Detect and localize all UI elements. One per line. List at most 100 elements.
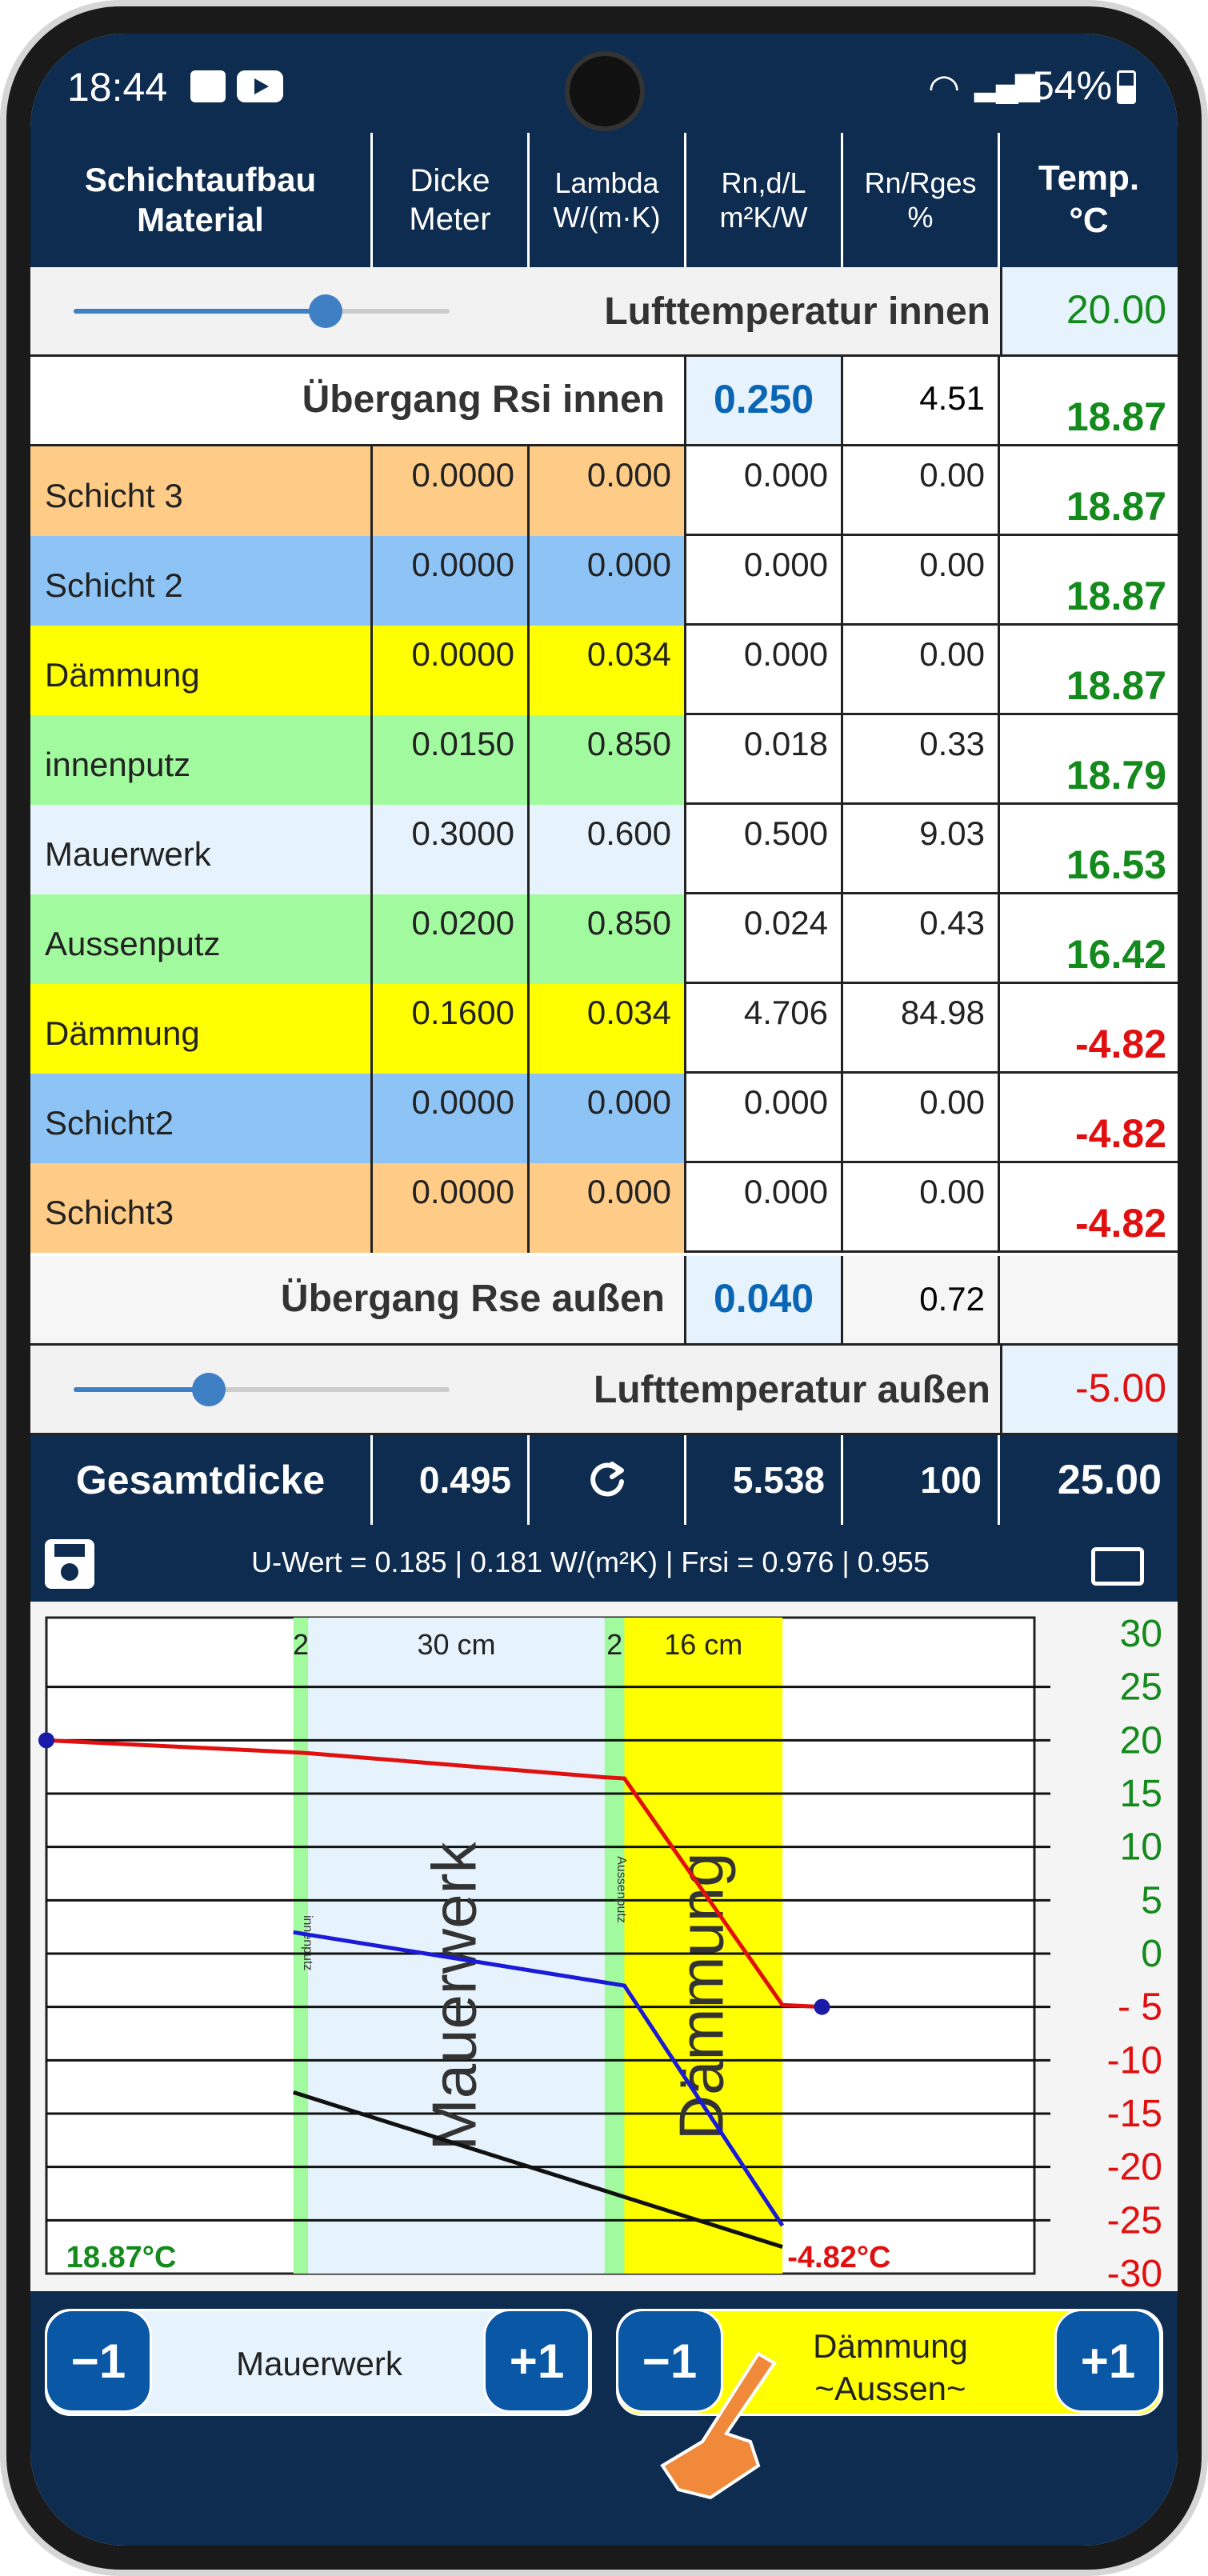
inner-air-temp[interactable]: 20.00 bbox=[1000, 267, 1178, 354]
right-plus-button[interactable]: +1 bbox=[1054, 2309, 1162, 2413]
totals-delta-temp: 25.00 bbox=[1057, 1457, 1162, 1503]
layer-lambda[interactable]: 0.034 bbox=[530, 626, 686, 715]
y-tick-label: 25 bbox=[1120, 1666, 1162, 1709]
inner-air-label: Lufttemperatur innen bbox=[604, 290, 990, 333]
y-tick-label: 30 bbox=[1120, 1613, 1162, 1655]
outer-air-temp[interactable]: -5.00 bbox=[1000, 1346, 1178, 1433]
aussenputz-zone bbox=[604, 1618, 625, 2274]
layer-percent: 0.00 bbox=[843, 1074, 1000, 1163]
inner-temp-slider-fill bbox=[74, 309, 326, 314]
layer-thickness[interactable]: 0.0200 bbox=[373, 894, 530, 984]
screen: 18:44 ◠ ▂▄▆ 54% Schichtaufbau Material Di… bbox=[30, 34, 1178, 2546]
layer-percent: 84.98 bbox=[843, 984, 1000, 1074]
layer-temp: -4.82 bbox=[1075, 1201, 1166, 1246]
layer-thickness[interactable]: 0.3000 bbox=[373, 805, 530, 894]
refresh-icon[interactable] bbox=[530, 1435, 686, 1525]
layer-row[interactable]: Dämmung 0.0000 0.034 0.000 0.00 18.87 bbox=[30, 626, 1178, 715]
inner-temp-slider-thumb[interactable] bbox=[308, 294, 342, 328]
totals-label: Gesamtdicke bbox=[30, 1435, 373, 1525]
save-icon[interactable] bbox=[45, 1539, 94, 1589]
layer-name[interactable]: Mauerwerk bbox=[30, 805, 373, 894]
layer-row[interactable]: Dämmung 0.1600 0.034 4.706 84.98 -4.82 bbox=[30, 984, 1178, 1074]
layer-percent: 0.00 bbox=[843, 1163, 1000, 1253]
y-tick-label: - 5 bbox=[1118, 1986, 1162, 2029]
layer-lambda[interactable]: 0.000 bbox=[530, 446, 686, 536]
layer-thickness[interactable]: 0.0000 bbox=[373, 626, 530, 715]
rsi-temp: 18.87 bbox=[1066, 394, 1166, 439]
layer-temp: 16.53 bbox=[1066, 842, 1166, 887]
layer-percent: 0.00 bbox=[843, 626, 1000, 715]
layer-thickness[interactable]: 0.1600 bbox=[373, 984, 530, 1074]
layer-name[interactable]: Dämmung bbox=[30, 626, 373, 715]
layer-resistance: 0.000 bbox=[686, 536, 843, 626]
layer-row[interactable]: innenputz 0.0150 0.850 0.018 0.33 18.79 bbox=[30, 715, 1178, 805]
layer-row[interactable]: Mauerwerk 0.3000 0.600 0.500 9.03 16.53 bbox=[30, 805, 1178, 894]
layer-name[interactable]: Schicht 2 bbox=[30, 536, 373, 626]
layer-name[interactable]: Dämmung bbox=[30, 984, 373, 1074]
layer-thickness[interactable]: 0.0000 bbox=[373, 446, 530, 536]
y-tick-label: -30 bbox=[1107, 2253, 1162, 2291]
rsi-row: Übergang Rsi innen 0.250 4.51 18.87 bbox=[30, 357, 1178, 446]
layer-temp: -4.82 bbox=[1075, 1022, 1166, 1066]
layer-percent: 0.00 bbox=[843, 446, 1000, 536]
layer-name[interactable]: Aussenputz bbox=[30, 894, 373, 984]
youtube-icon bbox=[237, 70, 283, 102]
rse-value[interactable]: 0.040 bbox=[686, 1256, 843, 1343]
aussenputz-label: Aussenputz bbox=[614, 1856, 628, 1923]
tap-hand-icon bbox=[660, 2351, 777, 2500]
layer-lambda[interactable]: 0.000 bbox=[530, 536, 686, 626]
battery-percent: 54% bbox=[1032, 63, 1113, 108]
layer-width-label: 30 cm bbox=[418, 1628, 496, 1661]
outer-temp-slider-thumb[interactable] bbox=[192, 1373, 226, 1406]
mauerwerk-label: Mauerwerk bbox=[419, 1841, 490, 2150]
y-tick-label: 10 bbox=[1120, 1826, 1162, 1869]
layer-row[interactable]: Schicht 2 0.0000 0.000 0.000 0.00 18.87 bbox=[30, 536, 1178, 626]
left-minus-button[interactable]: −1 bbox=[45, 2309, 152, 2413]
wifi-icon: ◠ bbox=[928, 66, 961, 108]
layer-percent: 0.33 bbox=[843, 715, 1000, 805]
y-tick-label: 15 bbox=[1120, 1773, 1162, 1815]
layer-percent: 0.00 bbox=[843, 536, 1000, 626]
layer-percent: 9.03 bbox=[843, 805, 1000, 894]
y-tick-label: 20 bbox=[1120, 1719, 1162, 1762]
header-resistance: Rn,d/L m²K/W bbox=[686, 133, 843, 267]
outer-temp-slider-track[interactable] bbox=[74, 1373, 450, 1406]
header-lambda: Lambda W/(m·K) bbox=[530, 133, 686, 267]
totals-resistance: 5.538 bbox=[686, 1435, 843, 1525]
temperature-point bbox=[814, 1998, 830, 2015]
layer-thickness[interactable]: 0.0000 bbox=[373, 536, 530, 626]
layer-row[interactable]: Aussenputz 0.0200 0.850 0.024 0.43 16.42 bbox=[30, 894, 1178, 984]
layer-lambda[interactable]: 0.850 bbox=[530, 894, 686, 984]
layer-name[interactable]: Schicht2 bbox=[30, 1074, 373, 1163]
layer-name[interactable]: innenputz bbox=[30, 715, 373, 805]
uwert-bar: U-Wert = 0.185 | 0.181 W/(m²K) | Frsi = … bbox=[30, 1525, 1178, 1602]
layer-name[interactable]: Schicht 3 bbox=[30, 446, 373, 536]
folder-icon[interactable] bbox=[1091, 1547, 1144, 1586]
layer-lambda[interactable]: 0.034 bbox=[530, 984, 686, 1074]
layer-lambda[interactable]: 0.000 bbox=[530, 1163, 686, 1253]
layer-resistance: 0.000 bbox=[686, 1074, 843, 1163]
layer-thickness[interactable]: 0.0000 bbox=[373, 1163, 530, 1253]
layer-name[interactable]: Schicht3 bbox=[30, 1163, 373, 1253]
outer-air-row: Lufttemperatur außen -5.00 bbox=[30, 1346, 1178, 1435]
layer-lambda[interactable]: 0.850 bbox=[530, 715, 686, 805]
layer-width-label: 2 bbox=[606, 1628, 622, 1661]
layer-temp: 18.87 bbox=[1066, 663, 1166, 708]
left-plus-button[interactable]: +1 bbox=[483, 2309, 590, 2413]
layer-row[interactable]: Schicht 3 0.0000 0.000 0.000 0.00 18.87 bbox=[30, 446, 1178, 536]
layer-row[interactable]: Schicht3 0.0000 0.000 0.000 0.00 -4.82 bbox=[30, 1163, 1178, 1253]
layer-thickness[interactable]: 0.0150 bbox=[373, 715, 530, 805]
layer-lambda[interactable]: 0.000 bbox=[530, 1074, 686, 1163]
outer-air-label: Lufttemperatur außen bbox=[593, 1369, 990, 1411]
inner-temp-slider-track[interactable] bbox=[74, 294, 450, 328]
rsi-label: Übergang Rsi innen bbox=[30, 357, 686, 444]
rsi-value[interactable]: 0.250 bbox=[686, 357, 843, 444]
layer-lambda[interactable]: 0.600 bbox=[530, 805, 686, 894]
layer-resistance: 0.000 bbox=[686, 1163, 843, 1253]
layer-resistance: 0.000 bbox=[686, 446, 843, 536]
left-layer-label: Mauerwerk bbox=[236, 2345, 402, 2382]
layer-resistance: 4.706 bbox=[686, 984, 843, 1074]
layer-thickness[interactable]: 0.0000 bbox=[373, 1074, 530, 1163]
layer-row[interactable]: Schicht2 0.0000 0.000 0.000 0.00 -4.82 bbox=[30, 1074, 1178, 1163]
layer-resistance: 0.000 bbox=[686, 626, 843, 715]
